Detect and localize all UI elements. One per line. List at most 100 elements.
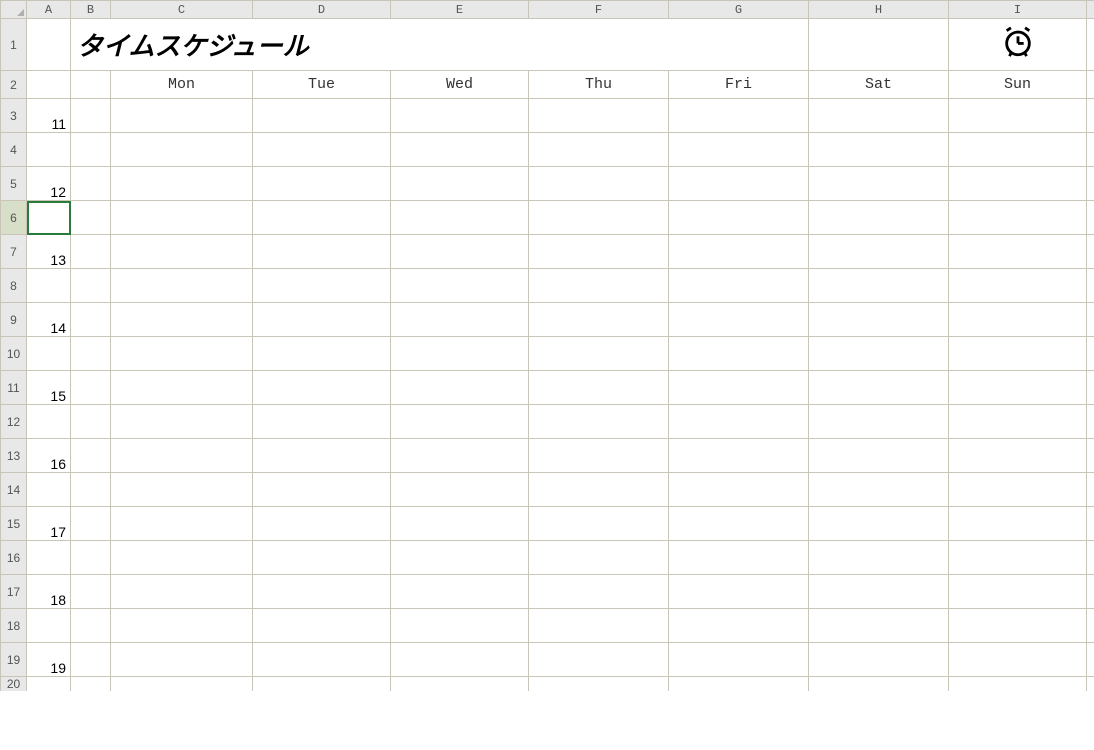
cell-B9[interactable] xyxy=(71,303,111,337)
cell-A9[interactable]: 14 xyxy=(27,303,71,337)
cell-G11[interactable] xyxy=(669,371,809,405)
cell-C17[interactable] xyxy=(111,575,253,609)
cell-B8[interactable] xyxy=(71,269,111,303)
cell-A15[interactable]: 17 xyxy=(27,507,71,541)
cell-E16[interactable] xyxy=(391,541,529,575)
cell-A4[interactable] xyxy=(27,133,71,167)
cell-tail-4[interactable] xyxy=(1087,133,1094,167)
cell-D8[interactable] xyxy=(253,269,391,303)
cell-G14[interactable] xyxy=(669,473,809,507)
cell-tail-3[interactable] xyxy=(1087,99,1094,133)
cell-tail-6[interactable] xyxy=(1087,201,1094,235)
row-header-3[interactable]: 3 xyxy=(1,99,27,133)
cell-tail-10[interactable] xyxy=(1087,337,1094,371)
cell-tail-13[interactable] xyxy=(1087,439,1094,473)
col-header-E[interactable]: E xyxy=(391,1,529,19)
row-header-16[interactable]: 16 xyxy=(1,541,27,575)
cell-G16[interactable] xyxy=(669,541,809,575)
day-header-sat[interactable]: Sat xyxy=(809,71,949,99)
cell-G20[interactable] xyxy=(669,677,809,692)
cell-tail-1[interactable] xyxy=(1087,19,1094,71)
cell-H18[interactable] xyxy=(809,609,949,643)
cell-B3[interactable] xyxy=(71,99,111,133)
cell-tail-14[interactable] xyxy=(1087,473,1094,507)
cell-tail-17[interactable] xyxy=(1087,575,1094,609)
cell-A8[interactable] xyxy=(27,269,71,303)
cell-B20[interactable] xyxy=(71,677,111,692)
row-header-19[interactable]: 19 xyxy=(1,643,27,677)
cell-I10[interactable] xyxy=(949,337,1087,371)
cell-E5[interactable] xyxy=(391,167,529,201)
cell-I4[interactable] xyxy=(949,133,1087,167)
cell-D11[interactable] xyxy=(253,371,391,405)
cell-A13[interactable]: 16 xyxy=(27,439,71,473)
cell-G17[interactable] xyxy=(669,575,809,609)
cell-A14[interactable] xyxy=(27,473,71,507)
col-header-B[interactable]: B xyxy=(71,1,111,19)
col-header-F[interactable]: F xyxy=(529,1,669,19)
row-header-18[interactable]: 18 xyxy=(1,609,27,643)
cell-G19[interactable] xyxy=(669,643,809,677)
cell-C12[interactable] xyxy=(111,405,253,439)
cell-tail-16[interactable] xyxy=(1087,541,1094,575)
cell-G12[interactable] xyxy=(669,405,809,439)
cell-F17[interactable] xyxy=(529,575,669,609)
cell-E11[interactable] xyxy=(391,371,529,405)
cell-D14[interactable] xyxy=(253,473,391,507)
cell-C20[interactable] xyxy=(111,677,253,692)
cell-I11[interactable] xyxy=(949,371,1087,405)
cell-F15[interactable] xyxy=(529,507,669,541)
cell-E13[interactable] xyxy=(391,439,529,473)
cell-F6[interactable] xyxy=(529,201,669,235)
row-header-14[interactable]: 14 xyxy=(1,473,27,507)
cell-tail-12[interactable] xyxy=(1087,405,1094,439)
col-header-D[interactable]: D xyxy=(253,1,391,19)
cell-A11[interactable]: 15 xyxy=(27,371,71,405)
col-header-A[interactable]: A xyxy=(27,1,71,19)
cell-H10[interactable] xyxy=(809,337,949,371)
row-header-17[interactable]: 17 xyxy=(1,575,27,609)
cell-B2[interactable] xyxy=(71,71,111,99)
col-header-H[interactable]: H xyxy=(809,1,949,19)
cell-C19[interactable] xyxy=(111,643,253,677)
cell-H1[interactable] xyxy=(809,19,949,71)
cell-E20[interactable] xyxy=(391,677,529,692)
cell-A16[interactable] xyxy=(27,541,71,575)
cell-tail-18[interactable] xyxy=(1087,609,1094,643)
cell-C3[interactable] xyxy=(111,99,253,133)
cell-E4[interactable] xyxy=(391,133,529,167)
row-header-4[interactable]: 4 xyxy=(1,133,27,167)
cell-B10[interactable] xyxy=(71,337,111,371)
cell-A20[interactable] xyxy=(27,677,71,692)
cell-I18[interactable] xyxy=(949,609,1087,643)
cell-F11[interactable] xyxy=(529,371,669,405)
cell-I12[interactable] xyxy=(949,405,1087,439)
cell-E9[interactable] xyxy=(391,303,529,337)
cell-I5[interactable] xyxy=(949,167,1087,201)
cell-C7[interactable] xyxy=(111,235,253,269)
title-cell[interactable]: タイムスケジュール xyxy=(71,19,809,71)
cell-F10[interactable] xyxy=(529,337,669,371)
cell-C14[interactable] xyxy=(111,473,253,507)
cell-H3[interactable] xyxy=(809,99,949,133)
row-header-10[interactable]: 10 xyxy=(1,337,27,371)
cell-F13[interactable] xyxy=(529,439,669,473)
cell-D12[interactable] xyxy=(253,405,391,439)
cell-F20[interactable] xyxy=(529,677,669,692)
cell-I13[interactable] xyxy=(949,439,1087,473)
cell-E14[interactable] xyxy=(391,473,529,507)
cell-C8[interactable] xyxy=(111,269,253,303)
cell-F9[interactable] xyxy=(529,303,669,337)
cell-H12[interactable] xyxy=(809,405,949,439)
day-header-mon[interactable]: Mon xyxy=(111,71,253,99)
cell-B17[interactable] xyxy=(71,575,111,609)
cell-G6[interactable] xyxy=(669,201,809,235)
cell-C13[interactable] xyxy=(111,439,253,473)
cell-E12[interactable] xyxy=(391,405,529,439)
clock-icon-cell[interactable] xyxy=(949,19,1087,71)
cell-C11[interactable] xyxy=(111,371,253,405)
cell-F14[interactable] xyxy=(529,473,669,507)
cell-C16[interactable] xyxy=(111,541,253,575)
cell-B13[interactable] xyxy=(71,439,111,473)
cell-G18[interactable] xyxy=(669,609,809,643)
